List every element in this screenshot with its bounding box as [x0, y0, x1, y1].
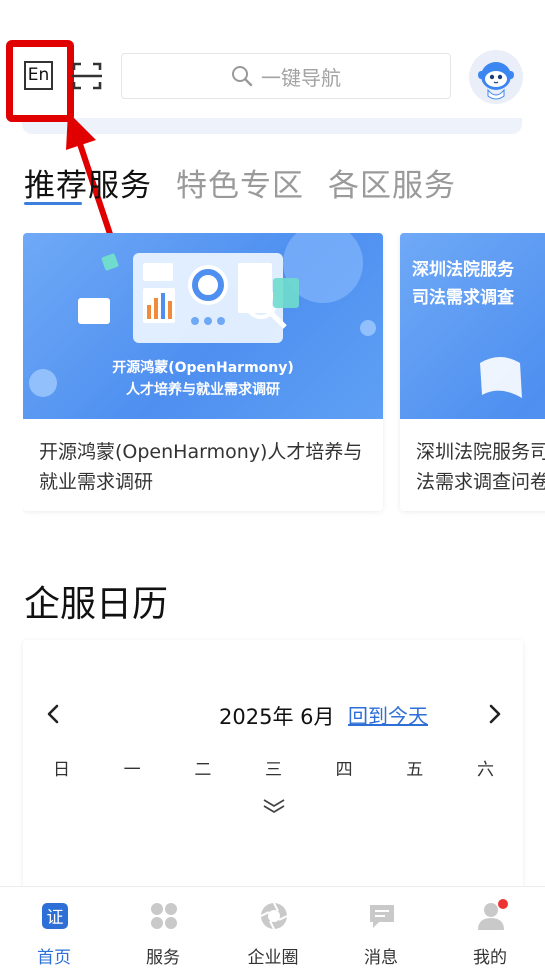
- card-banner-image: 深圳法院服务 司法需求调查: [400, 233, 545, 419]
- nav-profile[interactable]: 我的: [450, 887, 530, 971]
- chevron-right-icon[interactable]: [485, 702, 505, 726]
- nav-label: 企业圈: [247, 948, 299, 968]
- tab-featured[interactable]: 特色专区: [176, 160, 304, 205]
- enterprise-calendar: 2025年 6月 回到今天 日 一 二 三 四 五 六: [23, 640, 523, 900]
- home-icon: 证: [42, 903, 68, 929]
- chevron-left-icon[interactable]: [43, 702, 63, 726]
- card-banner-caption: 司法需求调查: [412, 288, 514, 308]
- nav-label: 我的: [473, 948, 507, 968]
- grid-icon: [151, 903, 177, 929]
- card-title: 深圳法院服务司法需求调查问卷: [416, 441, 545, 493]
- calendar-section-title: 企服日历: [24, 584, 169, 625]
- robot-mascot-icon: [478, 62, 514, 100]
- weekday-header-row: 日 一 二 三 四 五 六: [23, 755, 523, 780]
- calendar-month-label: 2025年 6月: [219, 705, 335, 729]
- service-tabs: 推荐服务 特色专区 各区服务: [24, 160, 456, 205]
- nav-label: 首页: [37, 948, 71, 968]
- service-card[interactable]: 开源鸿蒙(OpenHarmony) 人才培养与就业需求调研 开源鸿蒙(OpenH…: [23, 233, 383, 511]
- bottom-navigation: 证 首页 服务 企业圈 消息 我的: [0, 886, 545, 970]
- tab-districts[interactable]: 各区服务: [328, 160, 456, 205]
- assistant-avatar[interactable]: [469, 50, 523, 104]
- nav-messages[interactable]: 消息: [341, 887, 421, 971]
- svg-text:证: 证: [47, 908, 64, 928]
- search-bar[interactable]: 一键导航: [121, 53, 451, 99]
- search-placeholder: 一键导航: [261, 65, 341, 90]
- active-tab-indicator: [24, 202, 82, 205]
- card-banner-caption: 开源鸿蒙(OpenHarmony): [112, 360, 294, 376]
- service-card-carousel[interactable]: 开源鸿蒙(OpenHarmony) 人才培养与就业需求调研 开源鸿蒙(OpenH…: [23, 233, 545, 518]
- nav-label: 消息: [364, 948, 398, 968]
- weekday-label: 五: [406, 760, 424, 780]
- nav-services[interactable]: 服务: [123, 887, 203, 971]
- back-to-today-link[interactable]: 回到今天: [348, 700, 428, 729]
- message-icon: [370, 905, 394, 928]
- tab-recommended[interactable]: 推荐服务: [24, 160, 152, 205]
- nav-enterprise-circle[interactable]: 企业圈: [233, 887, 313, 971]
- scan-icon[interactable]: [70, 60, 104, 92]
- notification-badge: [498, 899, 508, 909]
- service-card[interactable]: 深圳法院服务 司法需求调查 深圳法院服务司法需求调查问卷: [400, 233, 545, 511]
- weekday-label: 三: [264, 760, 282, 780]
- circle-aperture-icon: [260, 902, 288, 930]
- weekday-label: 日: [53, 760, 70, 780]
- weekday-label: 六: [476, 760, 494, 780]
- search-icon: [232, 66, 253, 87]
- nav-label: 服务: [146, 948, 180, 968]
- nav-home[interactable]: 证 首页: [14, 887, 94, 971]
- card-title: 开源鸿蒙(OpenHarmony)人才培养与就业需求调研: [39, 441, 363, 493]
- card-banner-caption: 深圳法院服务: [412, 260, 514, 280]
- weekday-label: 二: [194, 760, 212, 780]
- card-banner-caption: 人才培养与就业需求调研: [126, 382, 280, 398]
- expand-down-icon[interactable]: [261, 796, 287, 816]
- weekday-label: 四: [335, 760, 353, 780]
- card-banner-image: 开源鸿蒙(OpenHarmony) 人才培养与就业需求调研: [23, 233, 383, 419]
- weekday-label: 一: [123, 760, 141, 780]
